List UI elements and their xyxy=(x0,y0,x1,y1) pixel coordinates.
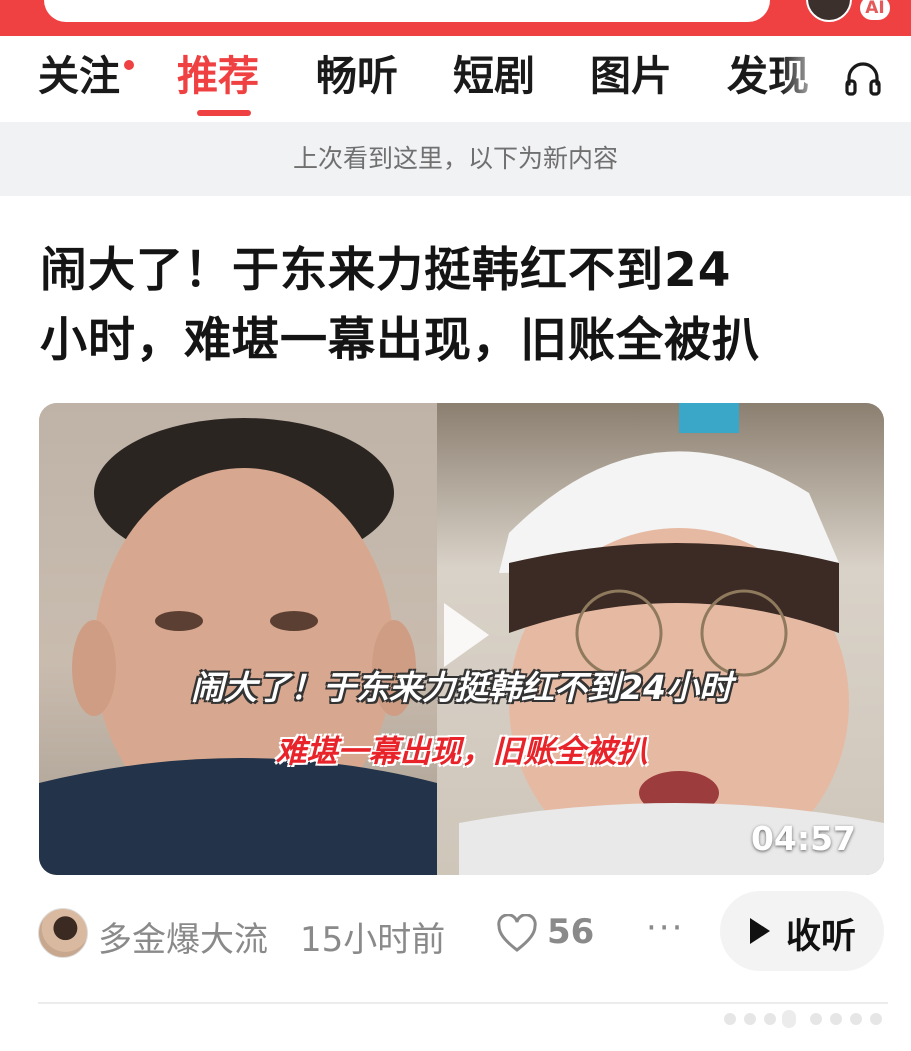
tab-recommend[interactable]: 推荐 xyxy=(177,50,259,102)
tabs-fade xyxy=(780,46,830,106)
tab-label: 畅听 xyxy=(316,52,398,100)
tab-short-drama[interactable]: 短剧 xyxy=(453,50,535,102)
user-avatar[interactable]: AI xyxy=(806,0,890,22)
article-title-line2: 小时，难堪一幕出现，旧账全被扒 xyxy=(40,313,760,368)
active-tab-indicator xyxy=(197,110,251,116)
new-content-notice: 上次看到这里，以下为新内容 xyxy=(0,122,911,196)
tab-label: 图片 xyxy=(590,52,672,100)
article-meta: 多金爆大流 15小时前 56 ··· 收听 xyxy=(38,891,888,971)
tab-label: 推荐 xyxy=(177,52,259,100)
article-title[interactable]: 闹大了！于东来力挺韩红不到24 小时，难堪一幕出现，旧账全被扒 xyxy=(40,236,890,376)
listen-button[interactable]: 收听 xyxy=(720,891,884,971)
headphone-icon[interactable] xyxy=(843,58,883,98)
tab-pictures[interactable]: 图片 xyxy=(590,50,672,102)
avatar-image xyxy=(806,0,852,22)
like-count: 56 xyxy=(547,912,595,952)
play-icon xyxy=(750,918,770,944)
tab-listen[interactable]: 畅听 xyxy=(316,50,398,102)
channel-tabs: 关注 推荐 畅听 短剧 图片 发现 xyxy=(0,36,911,122)
video-caption-line1: 闹大了！于东来力挺韩红不到24小时 xyxy=(191,668,732,707)
video-caption-line2: 难堪一幕出现，旧账全被扒 xyxy=(275,734,648,770)
more-icon[interactable]: ··· xyxy=(646,908,684,948)
top-search-bar: AI xyxy=(0,0,911,36)
video-duration: 04:57 xyxy=(750,819,856,858)
thumbnail-scene xyxy=(39,403,884,875)
heart-icon[interactable] xyxy=(496,914,538,954)
tab-label: 关注 xyxy=(38,52,120,100)
watermark-mark xyxy=(724,1010,882,1028)
video-thumbnail[interactable]: 闹大了！于东来力挺韩红不到24小时 难堪一幕出现，旧账全被扒 04:57 xyxy=(39,403,884,875)
publish-time: 15小时前 xyxy=(300,920,446,960)
author-avatar[interactable] xyxy=(38,908,88,958)
tab-label: 短剧 xyxy=(453,52,535,100)
tab-follow[interactable]: 关注 xyxy=(38,50,134,102)
author-name[interactable]: 多金爆大流 xyxy=(98,912,268,961)
search-input[interactable] xyxy=(44,0,770,22)
ai-badge: AI xyxy=(860,0,890,20)
unread-dot xyxy=(124,60,134,70)
listen-label: 收听 xyxy=(786,917,857,957)
article-title-line1: 闹大了！于东来力挺韩红不到24 xyxy=(40,243,732,298)
